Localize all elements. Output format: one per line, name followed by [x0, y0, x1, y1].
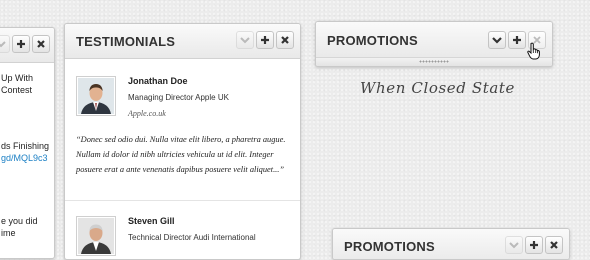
collapse-button[interactable] — [236, 31, 254, 49]
promotions-widget: PROMOTIONS — [332, 228, 570, 260]
left-widget: Up With Contest ds Finishing gd/MQL9c3 e… — [0, 27, 55, 259]
left-text-line: Contest — [1, 85, 33, 95]
testimonial-quote: “Donec sed odio dui. Nulla vitae elit li… — [76, 135, 286, 174]
collapse-button[interactable] — [0, 35, 10, 53]
testimonial-site: Apple.co.uk — [128, 109, 166, 118]
close-button[interactable] — [276, 31, 294, 49]
promotions-header[interactable]: PROMOTIONS — [333, 229, 569, 259]
left-text-line: ime — [1, 228, 16, 238]
testimonials-widget: TESTIMONIALS Jonathan Doe Managing Direc… — [64, 23, 301, 260]
add-button[interactable] — [508, 31, 526, 49]
plus-icon — [17, 40, 25, 48]
hand-cursor-icon — [527, 42, 540, 60]
testimonial-role: Managing Director Apple UK — [128, 93, 229, 102]
plus-icon — [513, 36, 521, 44]
chevron-down-icon — [509, 242, 519, 249]
promotions-title: PROMOTIONS — [344, 239, 435, 254]
close-icon — [281, 36, 289, 44]
close-icon — [37, 40, 45, 48]
testimonials-controls — [236, 31, 294, 49]
promotions-header[interactable]: PROMOTIONS — [316, 22, 552, 58]
close-button[interactable] — [545, 236, 563, 254]
left-text-line: Up With — [1, 73, 34, 83]
chevron-down-icon — [492, 37, 502, 44]
left-text-line: e you did — [1, 216, 38, 226]
chevron-down-icon — [0, 41, 6, 48]
plus-icon — [530, 241, 538, 249]
divider — [65, 200, 300, 201]
testimonial-role: Technical Director Audi International — [128, 233, 256, 242]
testimonials-title: TESTIMONIALS — [76, 34, 176, 49]
add-button[interactable] — [256, 31, 274, 49]
promotions-controls — [505, 236, 563, 254]
close-button[interactable] — [32, 35, 50, 53]
left-widget-controls — [0, 35, 50, 53]
testimonials-header[interactable]: TESTIMONIALS — [65, 24, 300, 59]
add-button[interactable] — [525, 236, 543, 254]
testimonial-name: Steven Gill — [128, 216, 175, 226]
closed-state-caption: When Closed State — [360, 79, 515, 97]
promotions-title: PROMOTIONS — [327, 33, 418, 48]
plus-icon — [261, 36, 269, 44]
testimonial-name: Jonathan Doe — [128, 76, 188, 86]
promotions-widget-closed: PROMOTIONS — [315, 21, 553, 67]
close-icon — [550, 241, 558, 249]
chevron-down-icon — [240, 37, 250, 44]
left-widget-header — [0, 28, 54, 63]
left-link[interactable]: gd/MQL9c3 — [1, 152, 48, 164]
grip-icon — [419, 60, 449, 63]
avatar — [76, 76, 116, 116]
add-button[interactable] — [12, 35, 30, 53]
resize-grip[interactable] — [316, 57, 552, 66]
person-photo-icon — [78, 78, 114, 114]
expand-button[interactable] — [488, 31, 506, 49]
avatar — [76, 216, 116, 256]
left-text-line: ds Finishing — [1, 141, 50, 151]
collapse-button[interactable] — [505, 236, 523, 254]
person-photo-icon — [78, 218, 114, 254]
